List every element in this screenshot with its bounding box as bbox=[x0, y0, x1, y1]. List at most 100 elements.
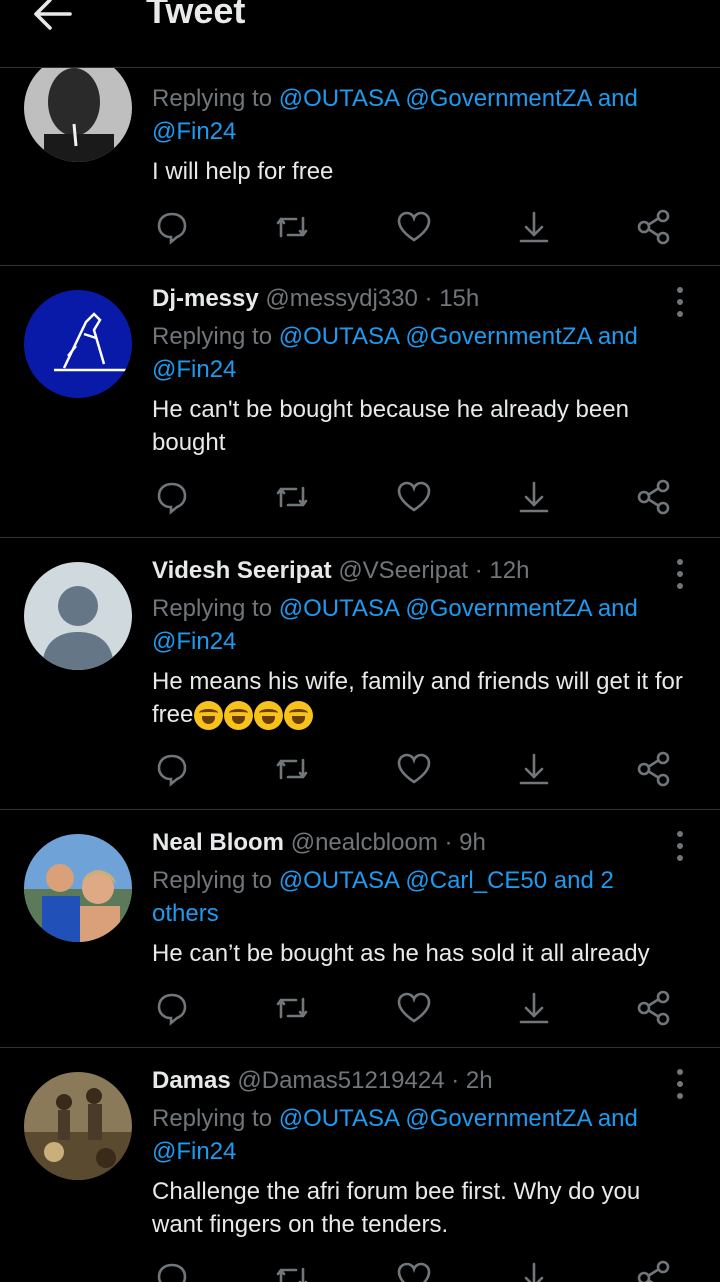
tweet-header: Neal Bloom @nealcbloom · 9h bbox=[152, 828, 486, 858]
more-options-button[interactable] bbox=[668, 826, 692, 866]
more-options-button[interactable] bbox=[668, 282, 692, 322]
avatar[interactable] bbox=[24, 290, 132, 398]
more-vertical-icon bbox=[677, 287, 683, 317]
avatar-image bbox=[24, 54, 132, 162]
mention-tail[interactable]: and bbox=[598, 595, 638, 622]
share-icon bbox=[637, 990, 670, 1026]
like-button[interactable] bbox=[394, 988, 434, 1028]
tweet-actions bbox=[152, 988, 692, 1028]
display-name[interactable]: Videsh Seeripat bbox=[152, 557, 332, 584]
mention-link[interactable]: @GovernmentZA bbox=[405, 595, 591, 622]
retweet-button[interactable] bbox=[272, 1258, 312, 1282]
handle[interactable]: @VSeeripat bbox=[338, 557, 468, 584]
mention-tail[interactable]: and bbox=[598, 323, 638, 350]
tweet-item[interactable]: Neal Bloom @nealcbloom · 9h Replying to … bbox=[0, 810, 720, 1048]
tweet-text: He can’t be bought as he has sold it all… bbox=[152, 940, 650, 967]
mention-link[interactable]: others bbox=[152, 900, 219, 927]
download-button[interactable] bbox=[514, 749, 554, 789]
mention-link[interactable]: @OUTASA bbox=[279, 867, 399, 894]
mention-link[interactable]: @GovernmentZA bbox=[405, 323, 591, 350]
default-profile-icon bbox=[24, 562, 132, 670]
more-vertical-icon bbox=[677, 1069, 683, 1099]
replying-to: Replying to @OUTASA @GovernmentZA and @F… bbox=[152, 320, 692, 386]
handle[interactable]: @Damas51219424 bbox=[237, 1067, 444, 1094]
mention-link[interactable]: @GovernmentZA bbox=[405, 1105, 591, 1132]
handle[interactable]: @nealcbloom bbox=[291, 829, 438, 856]
handle[interactable]: @messydj330 bbox=[265, 285, 417, 312]
avatar-image bbox=[24, 834, 132, 942]
tweet-header: Dj-messy @messydj330 · 15h bbox=[152, 284, 479, 314]
replying-label: Replying to bbox=[152, 323, 273, 350]
back-button[interactable] bbox=[30, 0, 90, 42]
like-button[interactable] bbox=[394, 207, 434, 247]
mention-link[interactable]: @OUTASA bbox=[279, 595, 399, 622]
download-icon bbox=[519, 481, 549, 513]
like-button[interactable] bbox=[394, 1258, 434, 1282]
reply-button[interactable] bbox=[152, 207, 192, 247]
avatar[interactable] bbox=[24, 562, 132, 670]
mention-link[interactable]: @OUTASA bbox=[279, 323, 399, 350]
display-name[interactable]: Damas bbox=[152, 1067, 231, 1094]
tweet-item[interactable]: Dj-messy @messydj330 · 15h Replying to @… bbox=[0, 266, 720, 538]
timestamp[interactable]: 9h bbox=[459, 829, 486, 856]
mention-link[interactable]: @Carl_CE50 bbox=[405, 867, 547, 894]
avatar[interactable] bbox=[24, 1072, 132, 1180]
reply-button[interactable] bbox=[152, 477, 192, 517]
reply-button[interactable] bbox=[152, 988, 192, 1028]
like-icon bbox=[397, 481, 431, 512]
mention-tail[interactable]: and 2 bbox=[554, 867, 614, 894]
retweet-icon bbox=[276, 997, 308, 1019]
mention-tail[interactable]: and bbox=[598, 1105, 638, 1132]
like-icon bbox=[397, 992, 431, 1023]
display-name[interactable]: Dj-messy bbox=[152, 285, 259, 312]
more-options-button[interactable] bbox=[668, 1064, 692, 1104]
reply-button[interactable] bbox=[152, 1258, 192, 1282]
timestamp[interactable]: 12h bbox=[489, 557, 529, 584]
download-icon bbox=[524, 1262, 544, 1282]
reply-icon bbox=[157, 993, 187, 1026]
avatar[interactable] bbox=[24, 834, 132, 942]
share-button[interactable] bbox=[634, 749, 674, 789]
share-button[interactable] bbox=[634, 1258, 674, 1282]
share-button[interactable] bbox=[634, 988, 674, 1028]
avatar[interactable] bbox=[24, 54, 132, 162]
mention-link[interactable]: @OUTASA bbox=[279, 1105, 399, 1132]
more-vertical-icon bbox=[677, 831, 683, 861]
more-options-button[interactable] bbox=[668, 554, 692, 594]
mention-link[interactable]: @Fin24 bbox=[152, 118, 236, 145]
retweet-button[interactable] bbox=[272, 988, 312, 1028]
separator: · bbox=[444, 829, 453, 856]
reply-icon bbox=[157, 212, 187, 245]
mention-link[interactable]: @OUTASA bbox=[279, 85, 399, 112]
mention-tail[interactable]: and bbox=[598, 85, 638, 112]
share-button[interactable] bbox=[634, 477, 674, 517]
share-button[interactable] bbox=[634, 207, 674, 247]
mention-link[interactable]: @Fin24 bbox=[152, 628, 236, 655]
display-name[interactable]: Neal Bloom bbox=[152, 829, 284, 856]
replying-to: Replying to @OUTASA @GovernmentZA and @F… bbox=[152, 82, 692, 148]
replying-label: Replying to bbox=[152, 85, 273, 112]
mention-link[interactable]: @Fin24 bbox=[152, 356, 236, 383]
tweet-text: I will help for free bbox=[152, 158, 334, 185]
timestamp[interactable]: 15h bbox=[439, 285, 479, 312]
download-button[interactable] bbox=[514, 1258, 554, 1282]
page-title: Tweet bbox=[146, 0, 246, 31]
like-button[interactable] bbox=[394, 749, 434, 789]
retweet-button[interactable] bbox=[272, 749, 312, 789]
rolling-on-floor-laughing-icon bbox=[224, 701, 254, 731]
tweet-item[interactable]: Damas @Damas51219424 · 2h Replying to @O… bbox=[0, 1048, 720, 1282]
arrow-left-icon bbox=[34, 0, 72, 30]
mention-link[interactable]: @GovernmentZA bbox=[405, 85, 591, 112]
reply-button[interactable] bbox=[152, 749, 192, 789]
download-button[interactable] bbox=[514, 477, 554, 517]
timestamp[interactable]: 2h bbox=[466, 1067, 493, 1094]
rolling-on-floor-laughing-icon bbox=[254, 701, 284, 731]
download-button[interactable] bbox=[514, 207, 554, 247]
retweet-button[interactable] bbox=[272, 477, 312, 517]
like-button[interactable] bbox=[394, 477, 434, 517]
retweet-button[interactable] bbox=[272, 207, 312, 247]
more-vertical-icon bbox=[677, 559, 683, 589]
mention-link[interactable]: @Fin24 bbox=[152, 1138, 236, 1165]
download-button[interactable] bbox=[514, 988, 554, 1028]
tweet-item[interactable]: Videsh Seeripat @VSeeripat · 12h Replyin… bbox=[0, 538, 720, 810]
